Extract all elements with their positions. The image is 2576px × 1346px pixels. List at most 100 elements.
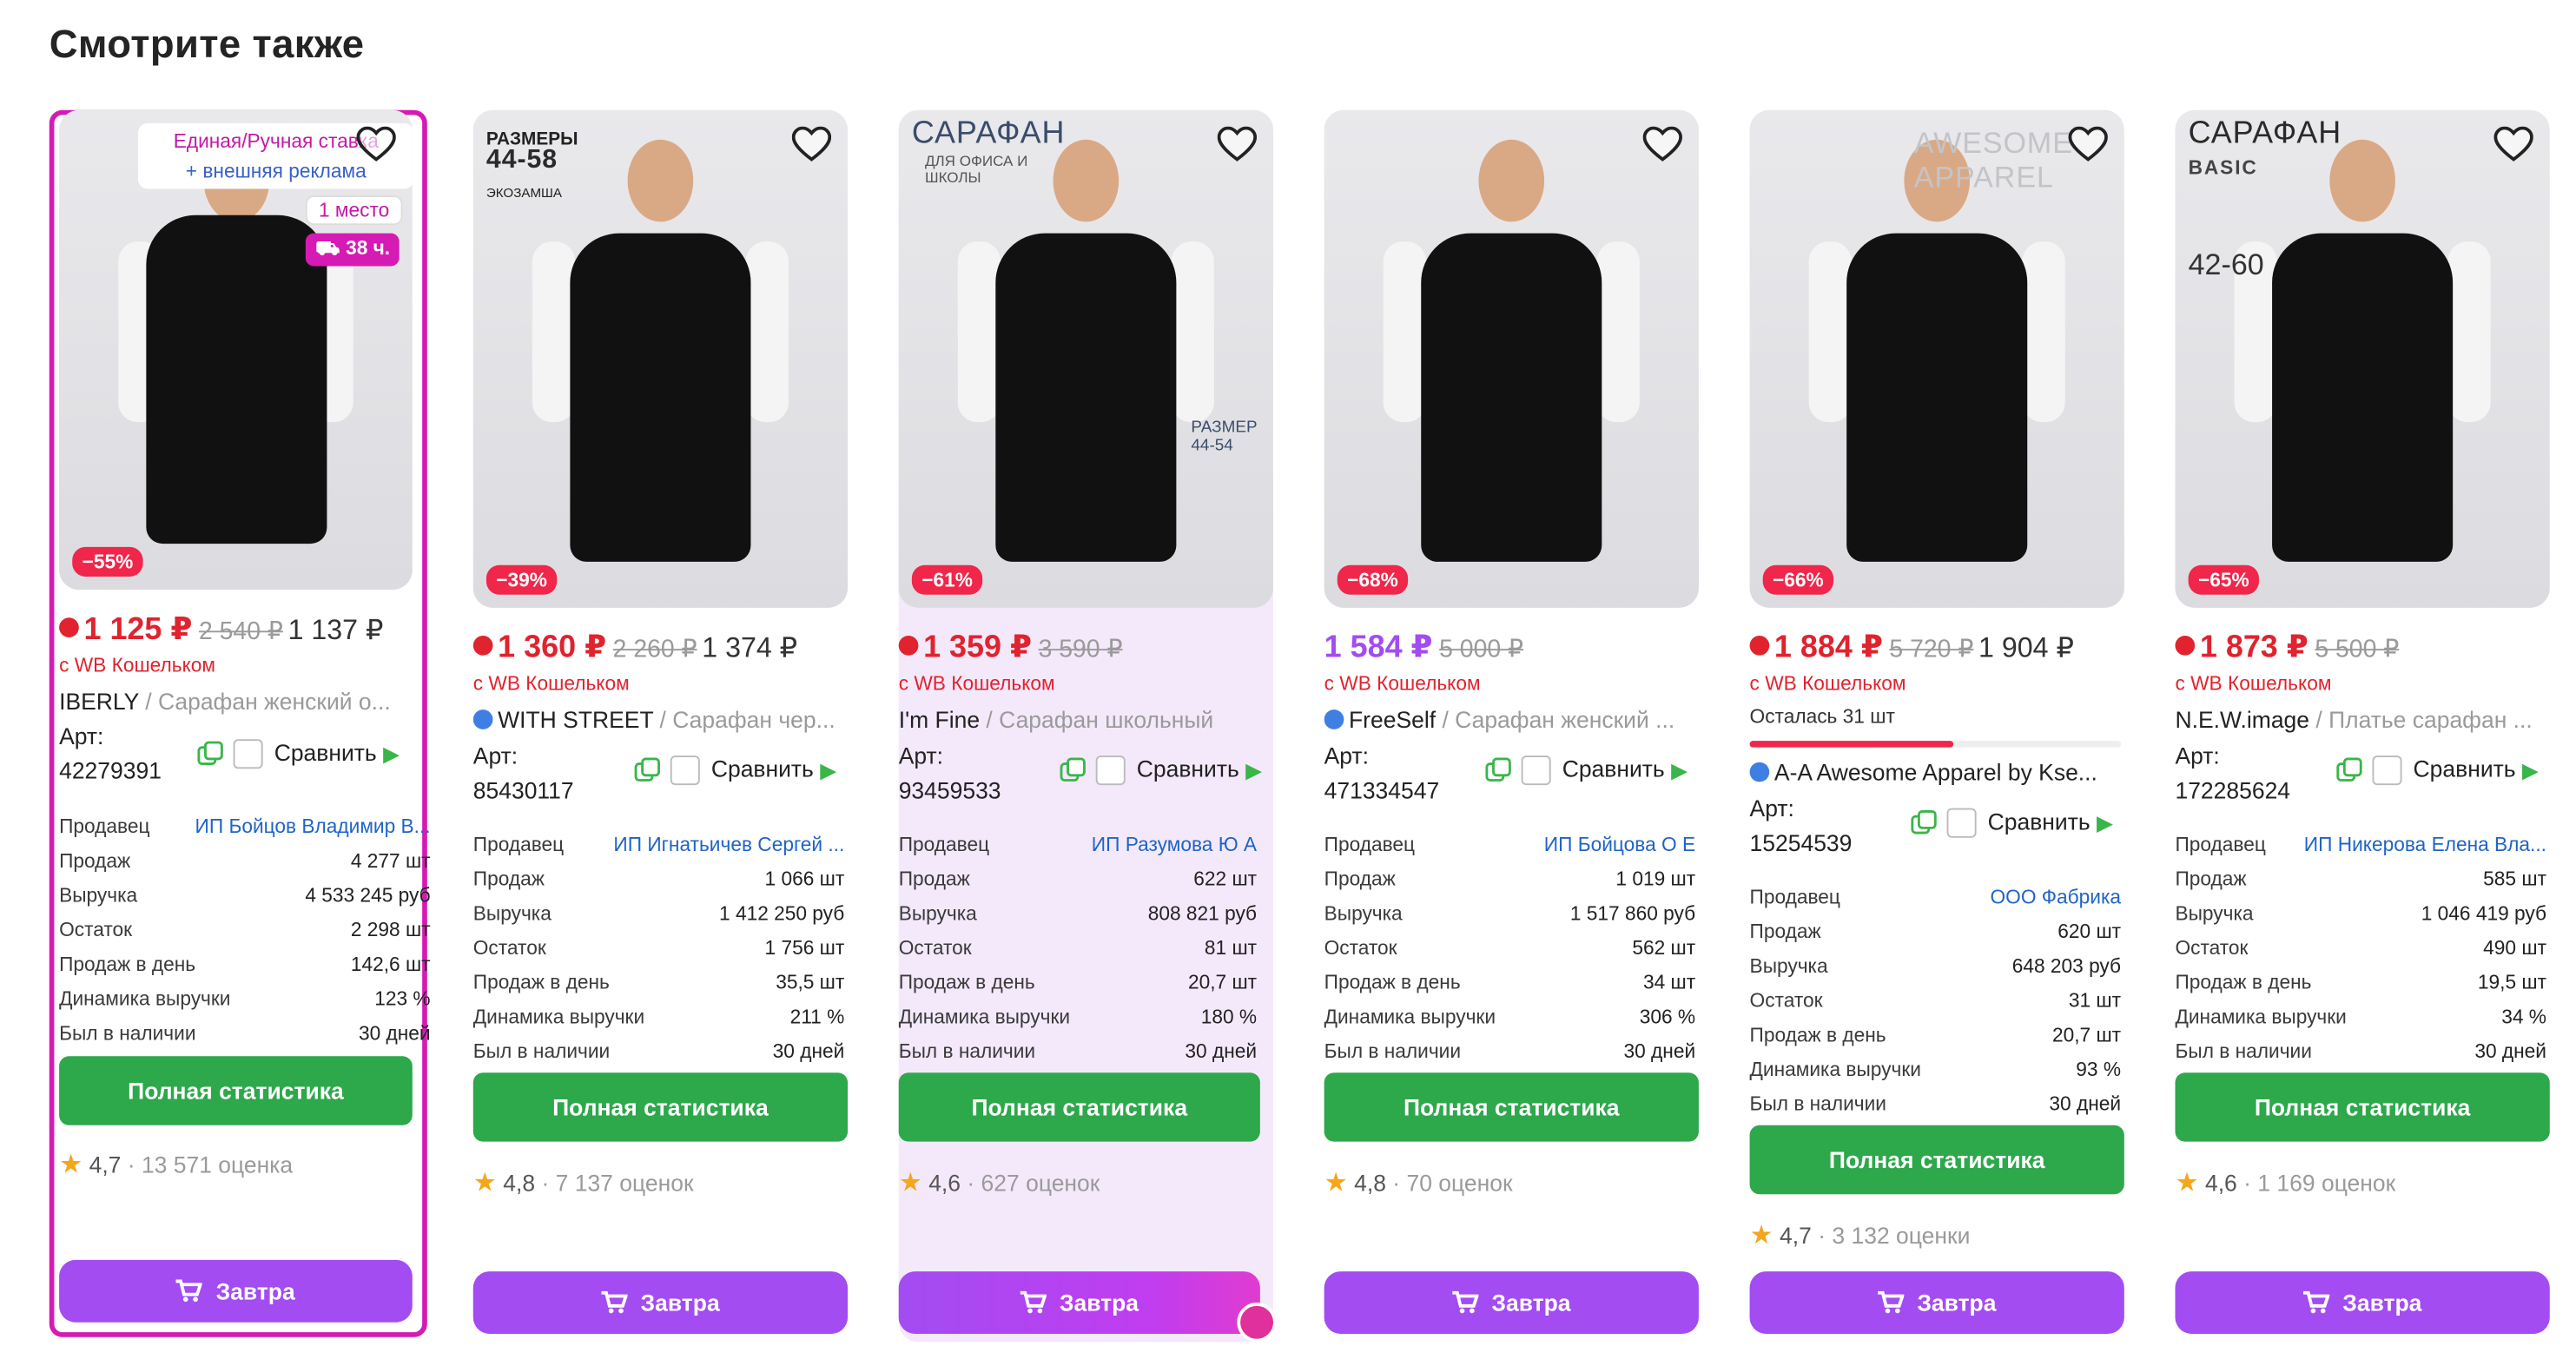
product-photo[interactable]: РАЗМЕРЫ 44-58 ЭКОЗАМША −39% (472, 109, 849, 608)
heart-icon[interactable] (791, 126, 832, 163)
seller-link[interactable]: ООО Фабрика (1991, 881, 2122, 915)
compare-toggle[interactable]: Сравнить ▶ (1485, 755, 1688, 786)
seller-link[interactable]: ИП Игнатьичев Сергей ... (613, 828, 844, 862)
compare-toggle[interactable]: Сравнить ▶ (634, 755, 836, 786)
stat-label: Продаж в день (1749, 1023, 1886, 1046)
verified-icon (1749, 762, 1770, 782)
seller-link[interactable]: ИП Бойцова О Е (1544, 828, 1695, 862)
cart-button-label: Завтра (640, 1289, 720, 1316)
stat-label: Был в наличии (2175, 1039, 2312, 1063)
heart-icon[interactable] (356, 126, 396, 163)
price-without-wallet: 1 137 ₽ (287, 614, 384, 646)
play-icon: ▶ (2521, 757, 2539, 782)
rating-value: 4,8 (1354, 1169, 1386, 1197)
seller-link[interactable]: ИП Никерова Елена Вла... (2304, 828, 2546, 862)
rating: ★ 4,8 · 7 137 оценок (473, 1166, 694, 1199)
compare-checkbox[interactable] (1946, 808, 1977, 839)
play-icon: ▶ (1245, 757, 1263, 782)
product-photo[interactable]: AWESOME APPAREL −66% (1749, 109, 2124, 608)
add-to-cart-button[interactable]: Завтра (2175, 1271, 2550, 1334)
full-stats-button[interactable]: Полная статистика (59, 1056, 413, 1125)
heart-icon[interactable] (2068, 126, 2108, 163)
cart-icon (2302, 1291, 2330, 1314)
stat-value: 306 % (1639, 1005, 1696, 1029)
compare-toggle[interactable]: Сравнить ▶ (1060, 755, 1262, 786)
product-photo[interactable]: САРАФАН BASIC 42-60 −65% (2175, 109, 2550, 608)
compare-checkbox[interactable] (670, 755, 700, 786)
compare-toggle[interactable]: Сравнить ▶ (1911, 808, 2113, 839)
heart-icon[interactable] (1217, 126, 1258, 163)
full-stats-button[interactable]: Полная статистика (1324, 1072, 1699, 1142)
full-stats-button[interactable]: Полная статистика (2175, 1072, 2550, 1142)
rating: ★ 4,7 · 13 571 оценка (59, 1148, 293, 1181)
brand-name: A-A Awesome Apparel by Kse... (1773, 758, 2097, 786)
reviews-count: · 627 оценок (967, 1169, 1100, 1197)
product-card[interactable]: САРАФАН ДЛЯ ОФИСА И ШКОЛЫ РАЗМЕР 44-54 −… (898, 109, 1277, 1343)
add-to-cart-button[interactable]: Завтра (472, 1271, 849, 1334)
compare-checkbox[interactable] (1521, 755, 1551, 786)
heart-icon[interactable] (1642, 126, 1682, 163)
compare-checkbox[interactable] (2372, 755, 2402, 786)
stat-row: Продавец ИП Игнатьичев Сергей ... (473, 828, 845, 862)
play-icon: ▶ (2097, 810, 2113, 835)
stat-label: Динамика выручки (1749, 1058, 1921, 1081)
seller-link[interactable]: ИП Бойцов Владимир В... (195, 810, 431, 845)
stat-value: 1 756 шт (764, 936, 845, 960)
add-to-cart-button[interactable]: Завтра (898, 1271, 1260, 1334)
wallet-note: с WB Кошельком (2175, 671, 2332, 696)
price-old: 2 540 ₽ (198, 617, 283, 646)
rating: ★ 4,8 · 70 оценок (1324, 1166, 1513, 1199)
star-icon: ★ (59, 1151, 83, 1180)
product-photo[interactable]: −68% (1324, 109, 1699, 608)
product-title[interactable]: WITH STREET / Сарафан чер... (472, 706, 845, 733)
product-photo[interactable]: Единая/Ручная ставка + внешняя реклама 1… (59, 109, 413, 591)
copy-icon[interactable] (634, 758, 660, 784)
copy-icon[interactable] (197, 742, 223, 768)
product-card[interactable]: −68% 1 584 ₽5 000 ₽ с WB Кошельком FreeS… (1324, 109, 1699, 1343)
product-name: / Сарафан женский ... (1436, 706, 1675, 733)
product-card[interactable]: САРАФАН BASIC 42-60 −65% 1 873 ₽5 500 ₽ … (2175, 109, 2550, 1343)
stat-label: Продавец (2175, 833, 2266, 856)
product-card[interactable]: Единая/Ручная ставка + внешняя реклама 1… (59, 109, 433, 1343)
stat-row: Продаж 1 019 шт (1324, 862, 1696, 897)
add-to-cart-button[interactable]: Завтра (59, 1259, 413, 1323)
stat-value: 1 019 шт (1615, 867, 1696, 891)
product-title[interactable]: A-A Awesome Apparel by Kse... (1749, 758, 2122, 786)
product-card[interactable]: AWESOME APPAREL −66% 1 884 ₽5 720 ₽1 904… (1749, 109, 2124, 1343)
compare-checkbox[interactable] (1095, 755, 1126, 786)
product-title[interactable]: I'm Fine / Сарафан школьный (899, 706, 1271, 732)
add-to-cart-button[interactable]: Завтра (1749, 1271, 2124, 1334)
full-stats-button[interactable]: Полная статистика (1749, 1125, 2124, 1195)
product-title[interactable]: N.E.W.image / Платье сарафан ... (2175, 706, 2546, 732)
stat-row: Динамика выручки 34 % (2175, 1000, 2546, 1035)
add-to-cart-button[interactable]: Завтра (1324, 1271, 1699, 1334)
stat-label: Остаток (1749, 988, 1823, 1013)
compare-label: Сравнить (1562, 755, 1665, 782)
discount-badge: −66% (1762, 564, 1834, 595)
stat-row: Остаток 1 756 шт (473, 932, 845, 967)
stat-label: Динамика выручки (1324, 1005, 1496, 1029)
compare-toggle[interactable]: Сравнить ▶ (197, 739, 400, 769)
stat-row: Продавец ИП Бойцова О Е (1324, 828, 1696, 862)
product-photo[interactable]: САРАФАН ДЛЯ ОФИСА И ШКОЛЫ РАЗМЕР 44-54 −… (898, 109, 1273, 608)
product-title[interactable]: IBERLY / Сарафан женский о... (59, 689, 431, 715)
copy-icon[interactable] (1911, 810, 1937, 836)
full-stats-button[interactable]: Полная статистика (472, 1072, 849, 1142)
compare-checkbox[interactable] (233, 739, 263, 769)
stat-label: Продаж в день (472, 970, 610, 994)
stat-value: 34 % (2501, 1005, 2546, 1029)
discount-badge: −39% (485, 564, 558, 595)
copy-icon[interactable] (2336, 758, 2362, 784)
product-card[interactable]: РАЗМЕРЫ 44-58 ЭКОЗАМША −39% 1 360 ₽2 260… (472, 109, 849, 1343)
compare-toggle[interactable]: Сравнить ▶ (2336, 755, 2539, 786)
wallet-icon (898, 636, 919, 657)
heart-icon[interactable] (2493, 126, 2533, 163)
copy-icon[interactable] (1485, 758, 1511, 784)
full-stats-button[interactable]: Полная статистика (898, 1072, 1260, 1142)
product-title[interactable]: FreeSelf / Сарафан женский ... (1324, 706, 1696, 733)
stat-value: 620 шт (2057, 920, 2122, 943)
see-also-page: Смотрите также Единая/Ручная ставка + вн… (0, 0, 2576, 1345)
stat-value: 20,7 шт (1187, 970, 1258, 994)
seller-link[interactable]: ИП Разумова Ю А (1092, 828, 1257, 862)
copy-icon[interactable] (1060, 758, 1086, 784)
